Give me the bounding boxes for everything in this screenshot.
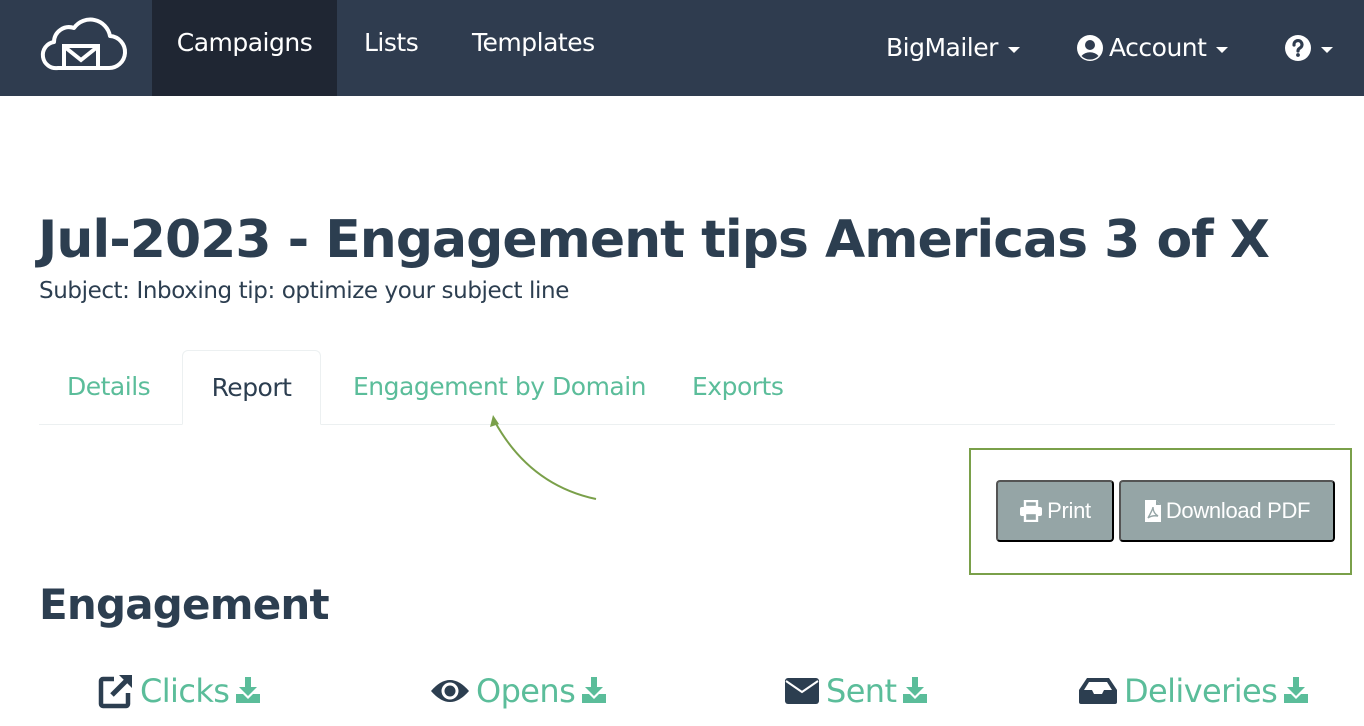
print-button[interactable]: Print	[996, 480, 1114, 542]
campaign-subject: Subject: Inboxing tip: optimize your sub…	[39, 278, 569, 304]
cloud-mail-logo-icon	[40, 17, 127, 71]
download-icon	[1284, 677, 1309, 703]
tab-exports[interactable]: Exports	[692, 350, 784, 425]
download-icon	[582, 677, 607, 703]
help-dropdown[interactable]	[1285, 0, 1333, 96]
cloud-mail-logo[interactable]	[36, 14, 128, 74]
eye-icon	[431, 680, 469, 702]
engagement-heading: Engagement	[39, 580, 330, 629]
org-label: BigMailer	[886, 33, 998, 62]
external-link-icon	[98, 675, 132, 709]
envelope-icon	[785, 678, 819, 704]
org-dropdown[interactable]: BigMailer	[886, 0, 1020, 96]
metric-deliveries: Deliveries	[1078, 668, 1309, 714]
opens-link[interactable]: Opens	[476, 672, 576, 710]
caret-down-icon	[1007, 47, 1020, 53]
top-navbar: Campaigns Lists Templates BigMailer Acco…	[0, 0, 1364, 96]
metric-sent: Sent	[784, 668, 928, 714]
inbox-icon	[1079, 678, 1117, 704]
clicks-link[interactable]: Clicks	[140, 672, 230, 710]
print-label: Print	[1047, 498, 1091, 523]
file-pdf-icon	[1144, 500, 1161, 522]
download-icon	[903, 677, 928, 703]
download-pdf-button[interactable]: Download PDF	[1119, 480, 1335, 542]
nav-templates[interactable]: Templates	[472, 0, 595, 96]
tab-details[interactable]: Details	[67, 350, 151, 425]
nav-campaigns[interactable]: Campaigns	[152, 0, 337, 96]
annotation-arrow	[490, 415, 597, 500]
download-icon	[236, 677, 261, 703]
tab-report[interactable]: Report	[182, 350, 321, 425]
caret-down-icon	[1216, 47, 1229, 53]
print-icon	[1020, 500, 1043, 522]
sent-link[interactable]: Sent	[826, 672, 897, 710]
page-title: Jul-2023 - Engagement tips Americas 3 of…	[38, 210, 1270, 270]
deliveries-download-button[interactable]	[1283, 674, 1309, 712]
download-pdf-label: Download PDF	[1165, 498, 1311, 523]
metric-opens: Opens	[430, 668, 607, 714]
question-circle-icon	[1285, 35, 1311, 61]
account-label: Account	[1109, 33, 1207, 62]
metric-clicks: Clicks	[98, 668, 261, 714]
opens-download-button[interactable]	[581, 674, 607, 712]
sent-download-button[interactable]	[902, 674, 928, 712]
clicks-download-button[interactable]	[235, 674, 261, 712]
user-circle-icon	[1077, 35, 1103, 61]
deliveries-link[interactable]: Deliveries	[1124, 672, 1278, 710]
caret-down-icon	[1321, 47, 1333, 53]
account-dropdown[interactable]: Account	[1077, 0, 1229, 96]
nav-lists[interactable]: Lists	[364, 0, 419, 96]
